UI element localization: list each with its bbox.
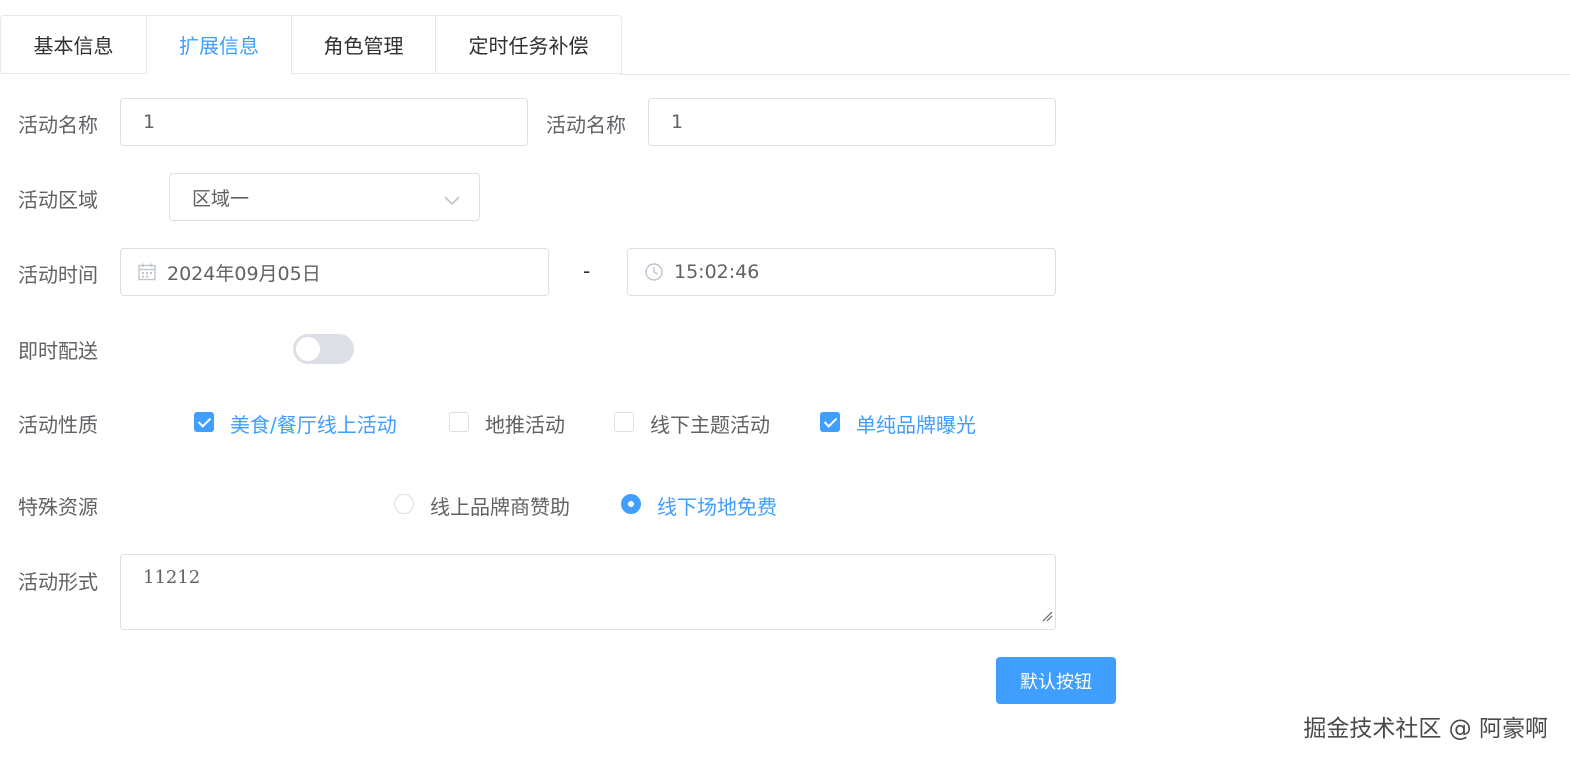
type-checkbox-food-online[interactable] [194, 412, 214, 432]
resource-radio-free-venue[interactable] [621, 494, 641, 514]
resource-radio-sponsor[interactable] [394, 494, 414, 514]
activity-name-value: 1 [143, 111, 156, 133]
switch-knob [296, 337, 320, 361]
time-label: 活动时间 [18, 263, 98, 287]
resource-option-sponsor[interactable]: 线上品牌商赞助 [430, 491, 570, 520]
tab-divider [620, 74, 1570, 75]
type-checkbox-ground-push[interactable] [449, 412, 469, 432]
activity-name-input[interactable]: 1 [120, 98, 528, 146]
activity-name-value-2: 1 [671, 111, 684, 133]
activity-form-textarea[interactable]: 11212 [120, 554, 1056, 630]
tab-role-management[interactable]: 角色管理 [291, 15, 435, 74]
tab-basic-info[interactable]: 基本信息 [0, 15, 146, 74]
activity-form-value: 11212 [143, 567, 201, 588]
type-checkbox-brand-exposure[interactable] [820, 412, 840, 432]
type-checkbox-offline-theme[interactable] [614, 412, 634, 432]
clock-icon [644, 262, 664, 282]
region-select[interactable]: 区域一 [169, 173, 480, 221]
date-value: 2024年09月05日 [167, 262, 321, 285]
delivery-label: 即时配送 [18, 339, 98, 363]
resource-option-free-venue[interactable]: 线下场地免费 [657, 491, 777, 520]
type-option-ground-push[interactable]: 地推活动 [485, 409, 565, 438]
activity-name-label: 活动名称 [18, 113, 98, 137]
type-label: 活动性质 [18, 413, 98, 437]
tab-scheduled-task[interactable]: 定时任务补偿 [435, 15, 622, 74]
calendar-icon [137, 262, 157, 282]
activity-name-input-2[interactable]: 1 [648, 98, 1056, 146]
time-separator: - [583, 259, 591, 283]
region-label: 活动区域 [18, 188, 98, 212]
type-option-brand-exposure[interactable]: 单纯品牌曝光 [856, 409, 976, 438]
tab-extended-info[interactable]: 扩展信息 [146, 15, 291, 74]
tab-bar: 基本信息 扩展信息 角色管理 定时任务补偿 [0, 15, 622, 75]
delivery-switch[interactable] [293, 334, 354, 364]
activity-name-label-2: 活动名称 [546, 113, 626, 137]
time-value: 15:02:46 [674, 261, 760, 283]
region-value: 区域一 [192, 187, 250, 210]
submit-button[interactable]: 默认按钮 [996, 657, 1116, 704]
type-option-offline-theme[interactable]: 线下主题活动 [650, 409, 770, 438]
resource-label: 特殊资源 [18, 495, 98, 519]
date-picker[interactable]: 2024年09月05日 [120, 248, 549, 296]
form-label: 活动形式 [18, 570, 98, 594]
chevron-down-icon [443, 190, 461, 212]
time-picker[interactable]: 15:02:46 [627, 248, 1056, 296]
type-option-food-online[interactable]: 美食/餐厅线上活动 [230, 409, 397, 438]
resize-handle-icon[interactable] [1041, 606, 1053, 627]
watermark-text: 掘金技术社区 @ 阿豪啊 [1303, 716, 1548, 742]
